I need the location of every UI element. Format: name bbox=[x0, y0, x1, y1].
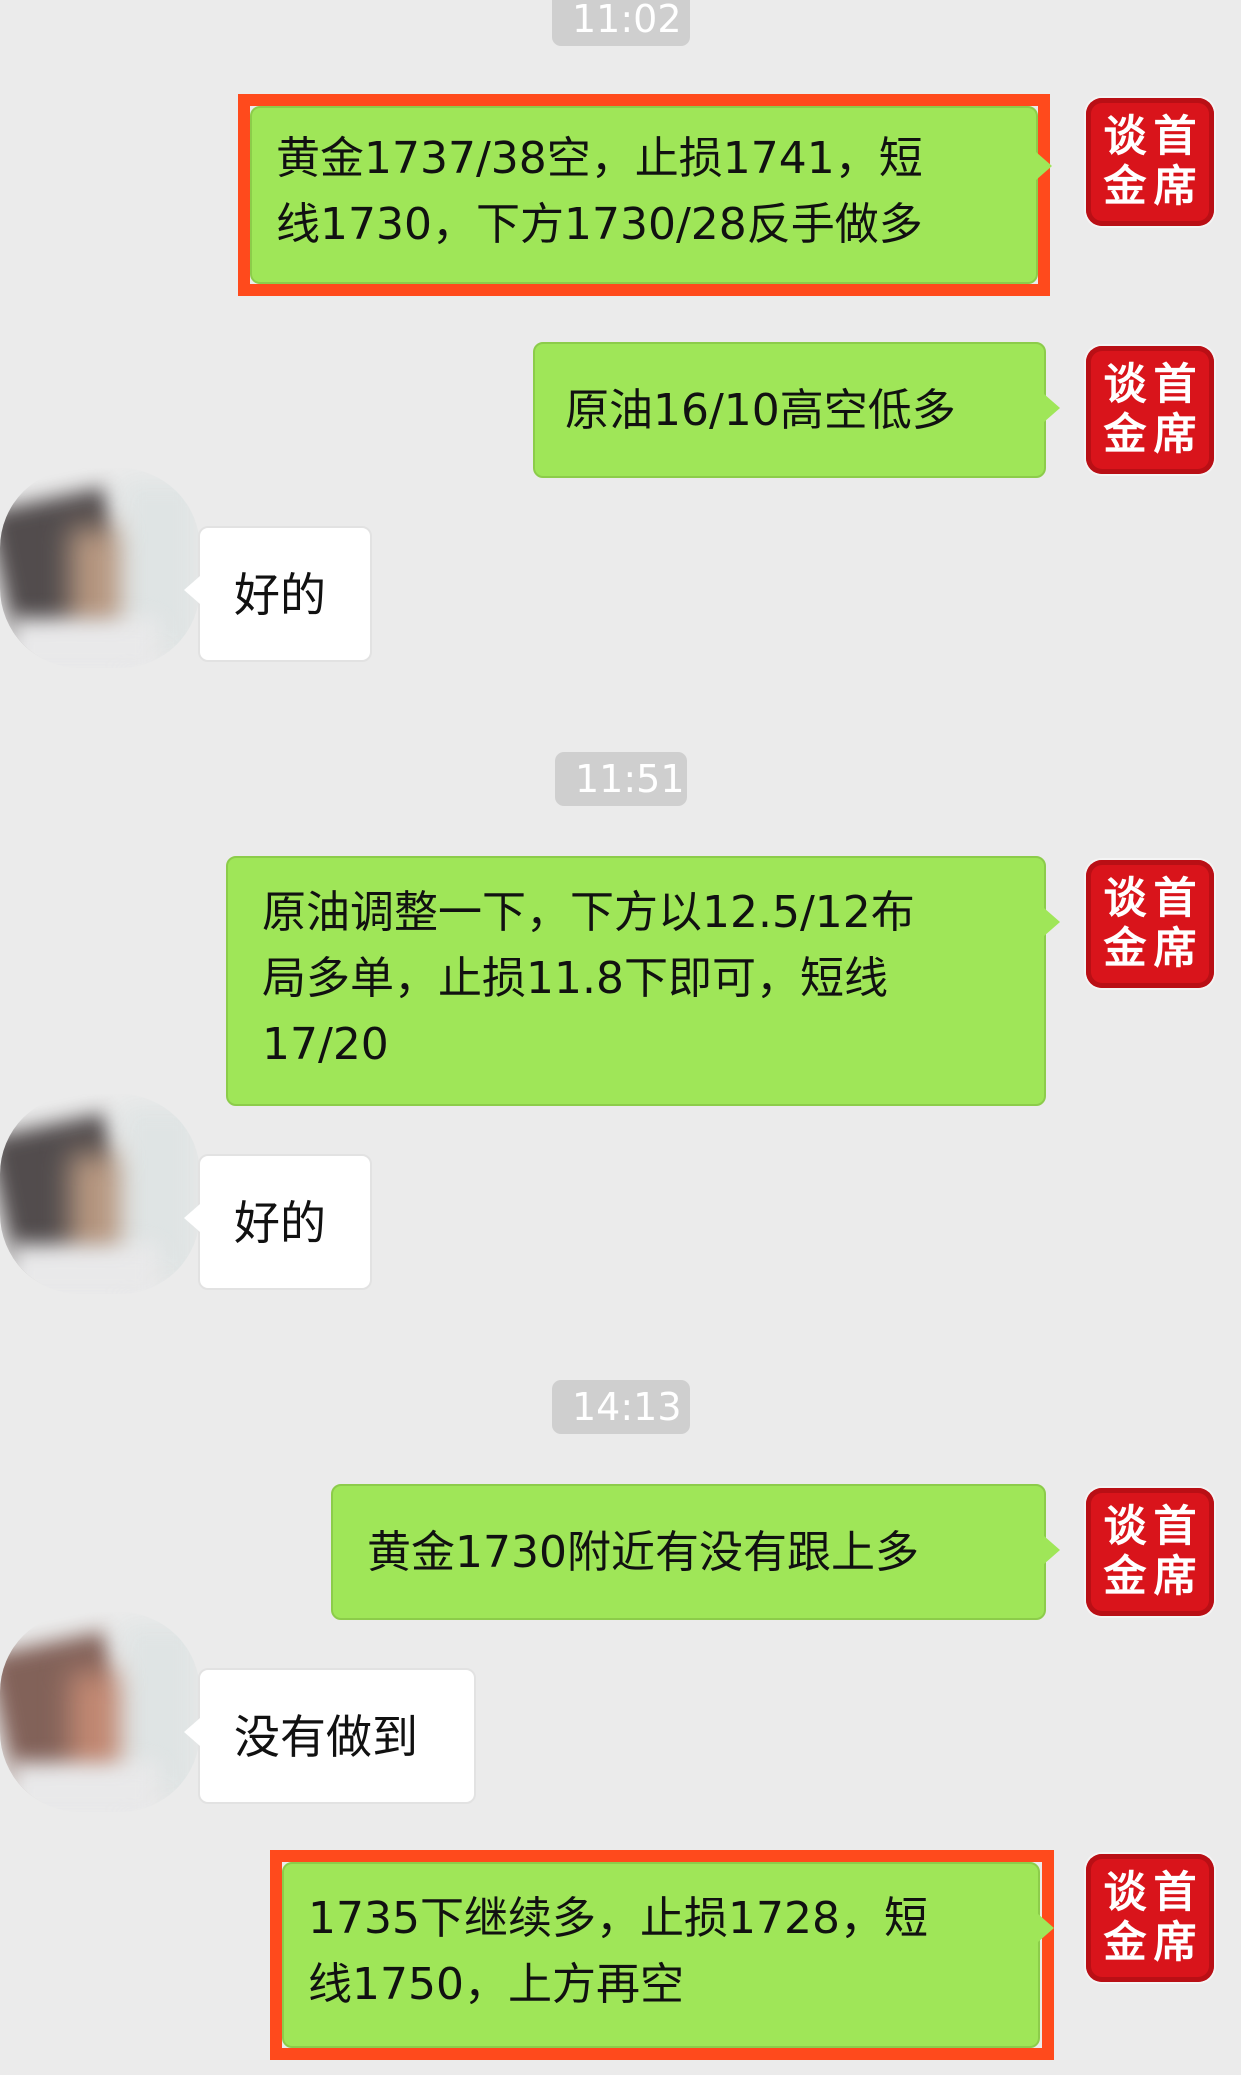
outgoing-message[interactable]: 原油16/10高空低多 bbox=[533, 342, 1060, 478]
timestamp: 14:13 bbox=[552, 1380, 690, 1434]
seal-char: 首 bbox=[1153, 1502, 1197, 1552]
outgoing-message[interactable]: 黄金1730附近有没有跟上多 bbox=[331, 1484, 1060, 1620]
timestamp: 11:02 bbox=[552, 0, 690, 46]
seal-char: 谈 bbox=[1103, 360, 1147, 410]
seal-char: 谈 bbox=[1103, 874, 1147, 924]
seal-char: 席 bbox=[1153, 1552, 1197, 1602]
incoming-message[interactable]: 好的 bbox=[184, 526, 372, 662]
outgoing-message[interactable]: 1735下继续多，止损1728，短 线1750，上方再空 bbox=[282, 1862, 1054, 2048]
contact-avatar[interactable] bbox=[0, 468, 200, 668]
seal-char: 金 bbox=[1103, 162, 1147, 212]
seal-avatar[interactable]: 谈 首 金 席 bbox=[1086, 1854, 1214, 1982]
seal-char: 金 bbox=[1103, 924, 1147, 974]
seal-avatar[interactable]: 谈 首 金 席 bbox=[1086, 346, 1214, 474]
timestamp: 11:51 bbox=[555, 752, 687, 806]
contact-avatar[interactable] bbox=[0, 1094, 200, 1294]
outgoing-message[interactable]: 黄金1737/38空，止损1741，短 线1730，下方1730/28反手做多 bbox=[250, 106, 1052, 284]
seal-char: 席 bbox=[1153, 162, 1197, 212]
seal-char: 首 bbox=[1153, 1868, 1197, 1918]
incoming-message[interactable]: 好的 bbox=[184, 1154, 372, 1290]
seal-char: 席 bbox=[1153, 410, 1197, 460]
seal-char: 首 bbox=[1153, 874, 1197, 924]
seal-char: 席 bbox=[1153, 924, 1197, 974]
seal-avatar[interactable]: 谈 首 金 席 bbox=[1086, 98, 1214, 226]
contact-avatar[interactable] bbox=[0, 1612, 200, 1812]
seal-char: 谈 bbox=[1103, 1502, 1147, 1552]
seal-char: 金 bbox=[1103, 1552, 1147, 1602]
seal-char: 首 bbox=[1153, 112, 1197, 162]
seal-char: 席 bbox=[1153, 1918, 1197, 1968]
seal-char: 谈 bbox=[1103, 1868, 1147, 1918]
incoming-message[interactable]: 没有做到 bbox=[184, 1668, 476, 1804]
outgoing-message[interactable]: 原油调整一下，下方以12.5/12布 局多单，止损11.8下即可，短线 17/2… bbox=[226, 856, 1060, 1106]
seal-char: 金 bbox=[1103, 410, 1147, 460]
seal-avatar[interactable]: 谈 首 金 席 bbox=[1086, 860, 1214, 988]
seal-char: 首 bbox=[1153, 360, 1197, 410]
seal-char: 谈 bbox=[1103, 112, 1147, 162]
seal-avatar[interactable]: 谈 首 金 席 bbox=[1086, 1488, 1214, 1616]
seal-char: 金 bbox=[1103, 1918, 1147, 1968]
